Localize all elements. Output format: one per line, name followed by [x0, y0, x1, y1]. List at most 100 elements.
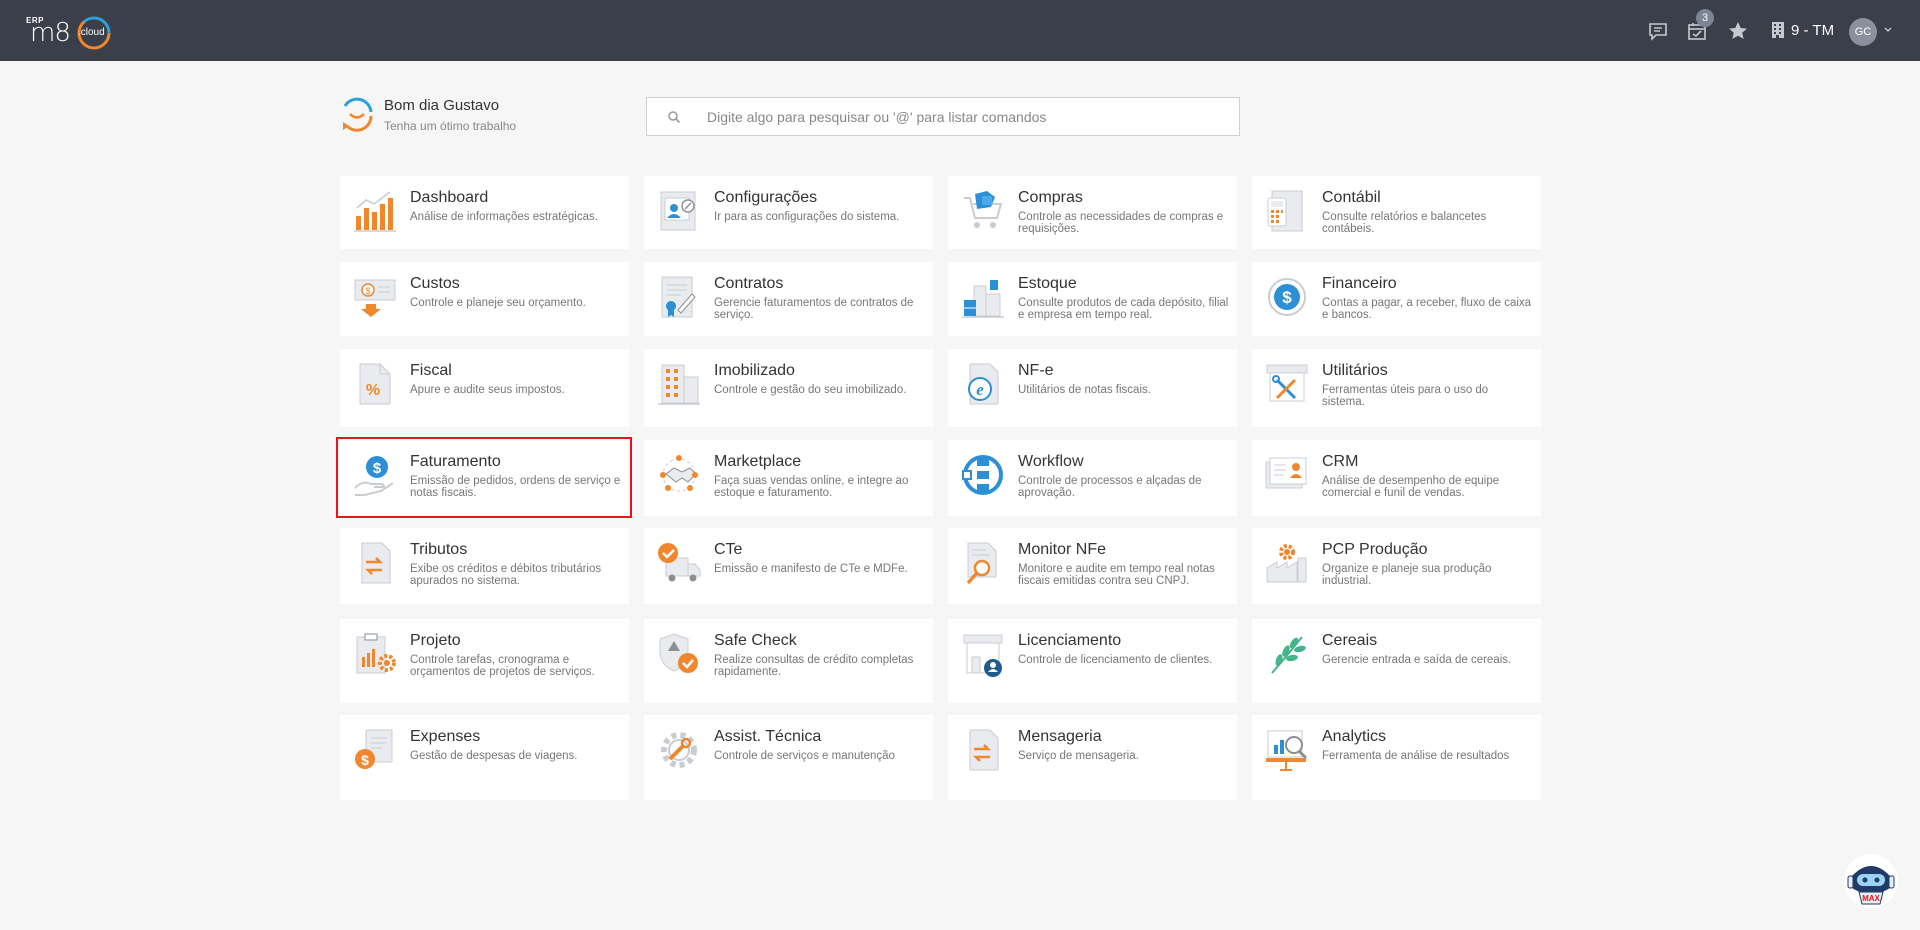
- module-card-custos[interactable]: $ Custos Controle e planeje seu orçamento.: [340, 262, 629, 336]
- module-card-estoque[interactable]: Estoque Consulte produtos de cada depósit…: [948, 262, 1237, 336]
- module-description: Gestão de despesas de viagens.: [410, 750, 578, 762]
- user-avatar[interactable]: GC: [1849, 18, 1877, 46]
- module-description: Análise de informações estratégicas.: [410, 211, 598, 223]
- company-selector[interactable]: 9 - TM: [1771, 21, 1834, 39]
- logo-cloud-text: .cloud: [78, 27, 105, 38]
- module-title: Estoque: [1018, 275, 1077, 292]
- module-card-imobilizado[interactable]: Imobilizado Controle e gestão do seu imob…: [644, 349, 933, 427]
- chat-icon[interactable]: [1647, 20, 1669, 42]
- svg-text:$: $: [365, 286, 370, 296]
- module-card-crm[interactable]: CRM Análise de desempenho de equipe comer…: [1252, 440, 1541, 516]
- module-description: Ferramentas úteis para o uso do sistema.: [1322, 384, 1489, 408]
- module-title: Imobilizado: [714, 362, 795, 379]
- module-card-mensageria[interactable]: Mensageria Serviço de mensageria.: [948, 715, 1237, 800]
- assistant-robot-icon[interactable]: MAX: [1842, 852, 1900, 910]
- module-description: Contas a pagar, a receber, fluxo de caix…: [1322, 297, 1532, 321]
- module-card-contratos[interactable]: Contratos Gerencie faturamentos de contra…: [644, 262, 933, 336]
- module-description: Exibe os créditos e débitos tributários …: [410, 563, 602, 587]
- module-card-cont-bil[interactable]: Contábil Consulte relatórios e balancetes…: [1252, 176, 1541, 249]
- module-description: Apure e audite seus impostos.: [410, 384, 565, 396]
- module-title: Analytics: [1322, 728, 1387, 745]
- module-card-analytics[interactable]: Analytics Ferramenta de análise de result…: [1252, 715, 1541, 800]
- module-title: Licenciamento: [1018, 632, 1122, 649]
- module-title: Dashboard: [410, 189, 489, 206]
- wheat-icon: [1271, 636, 1306, 674]
- module-card-tributos[interactable]: Tributos Exibe os créditos e débitos trib…: [340, 528, 629, 604]
- analytics-board-icon: [1266, 730, 1308, 771]
- module-title: Contratos: [714, 275, 784, 292]
- module-title: CRM: [1322, 453, 1359, 470]
- module-card-projeto[interactable]: Projeto Controle tarefas, cronograma e or…: [340, 619, 629, 703]
- module-description: Consulte produtos de cada depósito, fili…: [1018, 297, 1229, 321]
- module-card-utilit-rios[interactable]: Utilitários Ferramentas úteis para o uso …: [1252, 349, 1541, 427]
- module-title: PCP Produção: [1322, 541, 1428, 558]
- greeting-subtitle: Tenha um ótimo trabalho: [384, 119, 517, 133]
- contract-icon: [661, 276, 696, 318]
- module-description: Controle de licenciamento de clientes.: [1018, 654, 1213, 666]
- module-title: Monitor NFe: [1018, 541, 1107, 558]
- shield-check-icon: [659, 633, 698, 673]
- module-description: Monitore e audite em tempo real notas fi…: [1018, 563, 1215, 587]
- module-description: Emissão e manifesto de CTe e MDFe.: [714, 563, 908, 575]
- hand-dollar-icon: $: [354, 456, 394, 496]
- star-icon[interactable]: [1727, 20, 1749, 42]
- svg-text:$: $: [1282, 288, 1292, 307]
- module-card-expenses[interactable]: $ Expenses Gestão de despesas de viagens.: [340, 715, 629, 800]
- app-logo[interactable]: ERP m8 .cloud: [24, 12, 116, 52]
- module-description: Controle as necessidades de compras e re…: [1018, 211, 1224, 235]
- module-description: Realize consultas de crédito completas r…: [714, 654, 914, 678]
- module-card-monitor-nfe[interactable]: Monitor NFe Monitore e audite em tempo re…: [948, 528, 1237, 604]
- module-card-faturamento[interactable]: $ Faturamento Emissão de pedidos, ordens d…: [340, 440, 629, 516]
- module-card-cte[interactable]: CTe Emissão e manifesto de CTe e MDFe.: [644, 528, 933, 604]
- search-icon: [668, 110, 681, 123]
- assistant-label: MAX: [1862, 894, 1880, 903]
- search-box[interactable]: [646, 97, 1240, 136]
- handshake-icon: [660, 455, 698, 492]
- chevron-down-icon[interactable]: [1884, 26, 1892, 34]
- module-card-cereais[interactable]: Cereais Gerencie entrada e saída de cerea…: [1252, 619, 1541, 703]
- logo-name-text: m8: [30, 18, 71, 48]
- module-description: Controle de processos e alçadas de aprov…: [1018, 475, 1202, 499]
- truck-check-icon: [658, 543, 701, 582]
- module-description: Ir para as configurações do sistema.: [714, 211, 900, 223]
- search-input[interactable]: [707, 108, 1207, 125]
- svg-text:$: $: [361, 752, 369, 768]
- module-card-fiscal[interactable]: % Fiscal Apure e audite seus impostos.: [340, 349, 629, 427]
- store-user-icon: [963, 634, 1003, 677]
- module-title: Expenses: [410, 728, 481, 745]
- company-name: 9 - TM: [1791, 21, 1835, 39]
- building-icon: [658, 364, 700, 405]
- greeting-smile-icon: [343, 97, 373, 132]
- module-description: Controle e planeje seu orçamento.: [410, 297, 586, 309]
- module-title: Assist. Técnica: [714, 728, 822, 745]
- module-card-pcp-produ-o[interactable]: PCP Produção Organize e planeje sua produ…: [1252, 528, 1541, 604]
- dollar-circle-icon: $: [1268, 278, 1306, 316]
- message-doc-icon: [969, 729, 999, 771]
- factory-gear-icon: [1266, 544, 1307, 583]
- module-title: NF-e: [1018, 362, 1054, 379]
- module-description: Organize e planeje sua produção industri…: [1322, 563, 1492, 587]
- module-card-workflow[interactable]: Workflow Controle de processos e alçadas …: [948, 440, 1237, 516]
- module-title: Configurações: [714, 189, 818, 206]
- module-card-assist-t-cnica[interactable]: Assist. Técnica Controle de serviços e ma…: [644, 715, 933, 800]
- module-card-nf-e[interactable]: e NF-e Utilitários de notas fiscais.: [948, 349, 1237, 427]
- module-card-configura-es[interactable]: Configurações Ir para as configurações do…: [644, 176, 933, 249]
- module-description: Gerencie entrada e saída de cereais.: [1322, 654, 1512, 666]
- settings-doc-icon: [660, 191, 696, 231]
- module-card-dashboard[interactable]: Dashboard Análise de informações estratég…: [340, 176, 629, 249]
- percent-doc-icon: %: [359, 363, 391, 405]
- svg-text:$: $: [373, 460, 382, 477]
- e-doc-icon: e: [968, 363, 999, 405]
- expense-doc-icon: $: [355, 729, 393, 769]
- module-card-licenciamento[interactable]: Licenciamento Controle de licenciamento d…: [948, 619, 1237, 703]
- module-card-safe-check[interactable]: Safe Check Realize consultas de crédito c…: [644, 619, 933, 703]
- exchange-doc-icon: [361, 542, 391, 584]
- svg-text:%: %: [366, 382, 380, 399]
- module-title: Projeto: [410, 632, 461, 649]
- calculator-doc-icon: [1267, 190, 1303, 232]
- bar-chart-icon: [354, 191, 396, 232]
- module-card-compras[interactable]: Compras Controle as necessidades de compr…: [948, 176, 1237, 249]
- module-card-marketplace[interactable]: Marketplace Faça suas vendas online, e in…: [644, 440, 933, 516]
- module-card-financeiro[interactable]: $ Financeiro Contas a pagar, a receber, fl…: [1252, 262, 1541, 336]
- money-down-icon: $: [354, 279, 396, 317]
